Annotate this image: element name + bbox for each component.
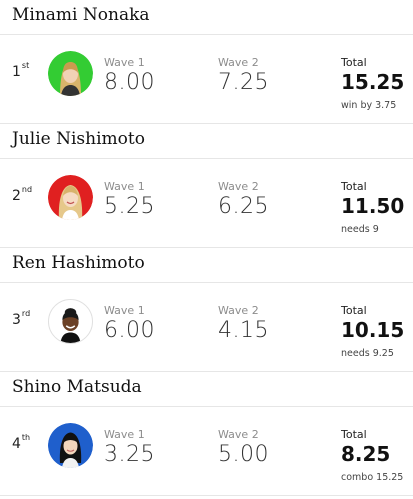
avatar[interactable] xyxy=(48,423,93,468)
rank: 2nd xyxy=(12,185,33,204)
total-label: Total xyxy=(341,180,367,193)
surfer-row[interactable]: Ren Hashimoto 3rd Wave 1 6.00 Wave 2 4.1… xyxy=(0,248,413,372)
rank: 4th xyxy=(12,433,31,452)
wave1-label: Wave 1 xyxy=(104,56,145,69)
wave2-label: Wave 2 xyxy=(218,56,259,69)
total-label: Total xyxy=(341,428,367,441)
surfer-row[interactable]: Julie Nishimoto 2nd Wave 1 5.25 Wave 2 6… xyxy=(0,124,413,248)
surfer-row[interactable]: Shino Matsuda 4th Wave 1 3.25 Wave 2 5.0… xyxy=(0,372,413,496)
wave1-score: 8.00 xyxy=(104,70,155,95)
total-score: 15.25 xyxy=(341,70,405,94)
situation-note: combo 15.25 xyxy=(341,472,404,483)
rank-suffix: nd xyxy=(21,185,33,194)
total-label: Total xyxy=(341,56,367,69)
rank-number: 3 xyxy=(12,312,21,328)
wave2-score: 6.25 xyxy=(218,194,269,219)
surfer-name[interactable]: Ren Hashimoto xyxy=(12,253,145,273)
rank-number: 2 xyxy=(12,188,21,204)
rank-suffix: rd xyxy=(21,309,31,318)
avatar[interactable] xyxy=(48,175,93,220)
wave2-label: Wave 2 xyxy=(218,428,259,441)
avatar[interactable] xyxy=(48,299,93,344)
surfer-name[interactable]: Julie Nishimoto xyxy=(12,129,145,149)
rank-number: 1 xyxy=(12,64,21,80)
divider xyxy=(0,406,413,407)
divider xyxy=(0,495,413,496)
avatar[interactable] xyxy=(48,51,93,96)
wave2-score: 7.25 xyxy=(218,70,269,95)
wave2-score: 4.15 xyxy=(218,318,269,343)
surfer-name[interactable]: Minami Nonaka xyxy=(12,5,150,25)
rank-number: 4 xyxy=(12,436,21,452)
divider xyxy=(0,158,413,159)
wave1-label: Wave 1 xyxy=(104,304,145,317)
wave2-score: 5.00 xyxy=(218,442,269,467)
total-score: 11.50 xyxy=(341,194,405,218)
total-score: 8.25 xyxy=(341,442,391,466)
wave2-label: Wave 2 xyxy=(218,180,259,193)
rank-suffix: th xyxy=(21,433,31,442)
rank: 3rd xyxy=(12,309,31,328)
situation-note: needs 9 xyxy=(341,224,379,235)
wave1-label: Wave 1 xyxy=(104,180,145,193)
total-label: Total xyxy=(341,304,367,317)
surfer-row[interactable]: Minami Nonaka 1st Wave 1 8.00 Wave 2 7.2… xyxy=(0,0,413,124)
situation-note: needs 9.25 xyxy=(341,348,394,359)
divider xyxy=(0,34,413,35)
rank-suffix: st xyxy=(21,61,30,70)
wave1-label: Wave 1 xyxy=(104,428,145,441)
divider xyxy=(0,282,413,283)
wave2-label: Wave 2 xyxy=(218,304,259,317)
wave1-score: 5.25 xyxy=(104,194,155,219)
surfer-name[interactable]: Shino Matsuda xyxy=(12,377,142,397)
wave1-score: 3.25 xyxy=(104,442,155,467)
situation-note: win by 3.75 xyxy=(341,100,397,111)
rank: 1st xyxy=(12,61,30,80)
wave1-score: 6.00 xyxy=(104,318,155,343)
total-score: 10.15 xyxy=(341,318,405,342)
